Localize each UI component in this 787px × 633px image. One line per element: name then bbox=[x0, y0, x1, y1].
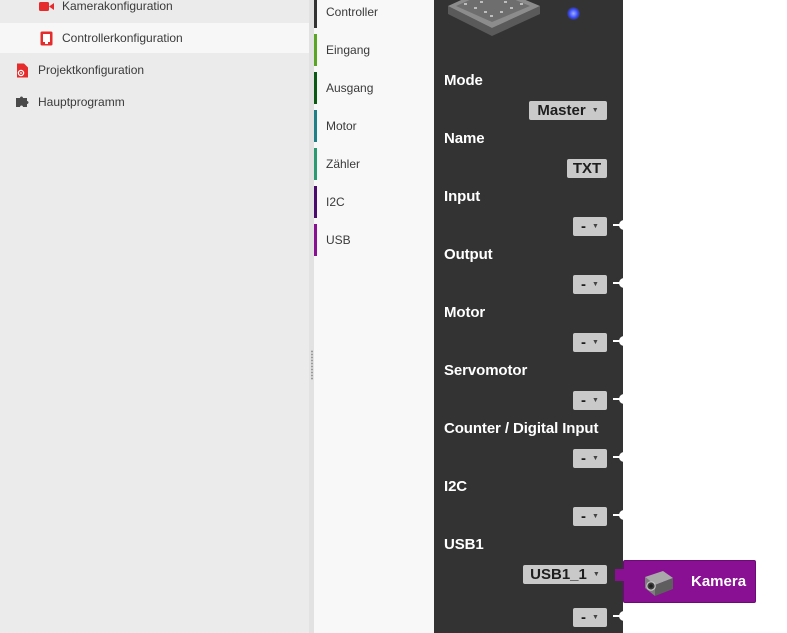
i2c-connector[interactable] bbox=[613, 510, 629, 520]
input-label: Input bbox=[444, 188, 481, 205]
dropdown-arrow-icon: ▼ bbox=[592, 513, 599, 520]
controller-block[interactable]: Mode Master ▼ Name TXT Input - ▼ Output - ▼… bbox=[434, 0, 629, 633]
category-color-bar bbox=[314, 34, 317, 66]
category-color-bar bbox=[314, 110, 317, 142]
category-label: I2C bbox=[326, 195, 345, 209]
name-label: Name bbox=[444, 130, 485, 147]
mode-dropdown[interactable]: Master ▼ bbox=[529, 101, 607, 120]
blockly-workspace[interactable]: Mode Master ▼ Name TXT Input - ▼ Output - ▼… bbox=[434, 0, 787, 633]
nav-item-main-program[interactable]: Hauptprogramm bbox=[0, 87, 309, 117]
motor-value: - bbox=[581, 334, 587, 351]
controller-icon bbox=[38, 30, 54, 46]
video-camera-icon bbox=[38, 0, 54, 14]
controller-image-icon bbox=[448, 0, 540, 36]
splitter-grip-icon[interactable] bbox=[311, 350, 313, 380]
i2c-label: I2C bbox=[444, 478, 468, 495]
extra-dropdown[interactable]: - ▼ bbox=[573, 608, 607, 627]
nav-item-label: Controllerkonfiguration bbox=[62, 31, 183, 45]
puzzle-icon bbox=[14, 94, 30, 110]
motor-label: Motor bbox=[444, 304, 486, 321]
camera-icon bbox=[645, 571, 673, 596]
servomotor-value: - bbox=[581, 392, 587, 409]
category-zaehler[interactable]: Zähler bbox=[314, 148, 434, 180]
i2c-dropdown[interactable]: - ▼ bbox=[573, 507, 607, 526]
output-connector[interactable] bbox=[613, 278, 629, 288]
dropdown-arrow-icon: ▼ bbox=[592, 223, 599, 230]
category-color-bar bbox=[314, 148, 317, 180]
name-value: TXT bbox=[572, 160, 602, 177]
extra-connector[interactable] bbox=[613, 611, 629, 621]
nav-item-camera-config[interactable]: Kamerakonfiguration bbox=[0, 0, 309, 21]
dropdown-arrow-icon: ▼ bbox=[592, 614, 599, 621]
counter-dropdown[interactable]: - ▼ bbox=[573, 449, 607, 468]
category-label: Motor bbox=[326, 119, 357, 133]
app-root: Kamerakonfiguration Controllerkonfigurat… bbox=[0, 0, 787, 633]
category-label: Eingang bbox=[326, 43, 371, 57]
counter-label: Counter / Digital Input bbox=[444, 420, 599, 437]
output-value: - bbox=[581, 276, 587, 293]
category-label: Zähler bbox=[326, 157, 361, 171]
nav-item-label: Hauptprogramm bbox=[38, 95, 125, 109]
category-usb[interactable]: USB bbox=[314, 224, 434, 256]
mode-value: Master bbox=[537, 102, 586, 119]
camera-block-plug bbox=[615, 569, 625, 581]
dropdown-arrow-icon: ▼ bbox=[591, 107, 599, 114]
dropdown-arrow-icon: ▼ bbox=[592, 339, 599, 346]
nav-item-label: Projektkonfiguration bbox=[38, 63, 145, 77]
output-label: Output bbox=[444, 246, 493, 263]
extra-value: - bbox=[581, 609, 587, 626]
nav-item-label: Kamerakonfiguration bbox=[62, 0, 173, 13]
nav-item-project-config[interactable]: Projektkonfiguration bbox=[0, 55, 309, 85]
camera-block[interactable]: Kamera bbox=[615, 560, 756, 603]
servomotor-dropdown[interactable]: - ▼ bbox=[573, 391, 607, 410]
category-color-bar bbox=[314, 186, 317, 218]
counter-value: - bbox=[581, 450, 587, 467]
dropdown-arrow-icon: ▼ bbox=[592, 397, 599, 404]
motor-connector[interactable] bbox=[613, 336, 629, 346]
dropdown-arrow-icon: ▼ bbox=[592, 281, 599, 288]
category-color-bar bbox=[314, 224, 317, 256]
category-ausgang[interactable]: Ausgang bbox=[314, 72, 434, 104]
servomotor-connector[interactable] bbox=[613, 394, 629, 404]
input-connector[interactable] bbox=[613, 220, 629, 230]
project-navigation: Kamerakonfiguration Controllerkonfigurat… bbox=[0, 0, 309, 633]
camera-block-label: Kamera bbox=[691, 573, 747, 590]
category-eingang[interactable]: Eingang bbox=[314, 34, 434, 66]
servomotor-label: Servomotor bbox=[444, 362, 528, 379]
usb1-dropdown[interactable]: USB1_1 ▼ bbox=[523, 565, 607, 584]
input-value: - bbox=[581, 218, 587, 235]
dropdown-arrow-icon: ▼ bbox=[592, 571, 600, 578]
block-category-list: Controller Eingang Ausgang Motor Zähler … bbox=[314, 0, 434, 633]
name-field[interactable]: TXT bbox=[567, 159, 607, 178]
counter-connector[interactable] bbox=[613, 452, 629, 462]
project-config-icon bbox=[14, 62, 30, 78]
dropdown-arrow-icon: ▼ bbox=[592, 455, 599, 462]
output-dropdown[interactable]: - ▼ bbox=[573, 275, 607, 294]
category-label: Controller bbox=[326, 5, 379, 19]
category-label: USB bbox=[326, 233, 351, 247]
category-color-bar bbox=[314, 0, 317, 28]
usb1-label: USB1 bbox=[444, 536, 484, 553]
category-motor[interactable]: Motor bbox=[314, 110, 434, 142]
motor-dropdown[interactable]: - ▼ bbox=[573, 333, 607, 352]
category-controller[interactable]: Controller bbox=[314, 0, 434, 28]
nav-item-controller-config[interactable]: Controllerkonfiguration bbox=[0, 23, 309, 53]
input-dropdown[interactable]: - ▼ bbox=[573, 217, 607, 236]
mode-label: Mode bbox=[444, 72, 483, 89]
usb1-value: USB1_1 bbox=[530, 566, 587, 583]
category-color-bar bbox=[314, 72, 317, 104]
i2c-value: - bbox=[581, 508, 587, 525]
category-i2c[interactable]: I2C bbox=[314, 186, 434, 218]
status-led-icon bbox=[567, 7, 580, 20]
category-label: Ausgang bbox=[326, 81, 374, 95]
